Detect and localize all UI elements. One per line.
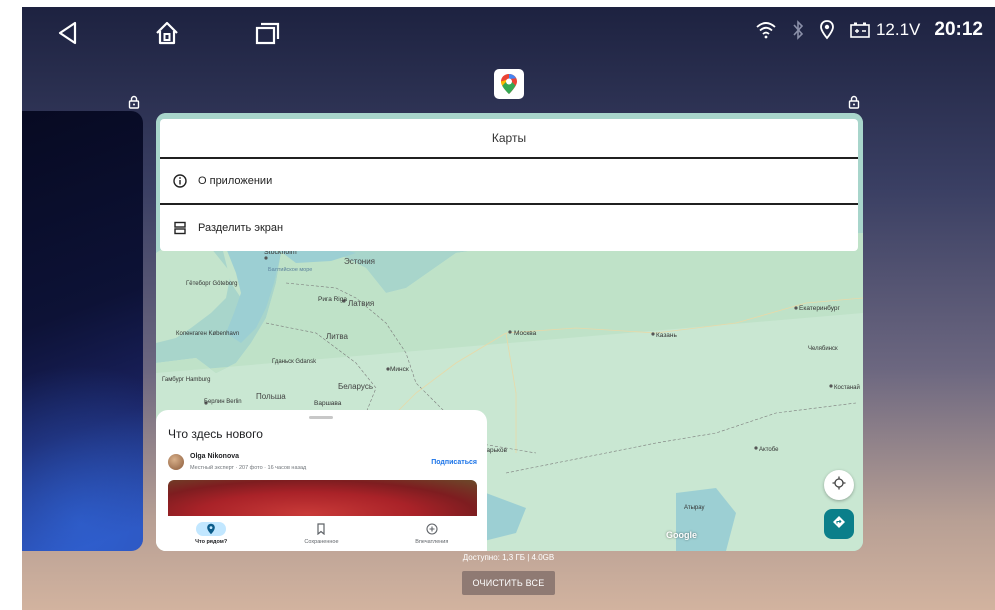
menu-title: Карты bbox=[160, 119, 858, 159]
map-label: Балтийское море bbox=[268, 266, 312, 273]
wifi-icon bbox=[755, 21, 777, 39]
map-label: Польша bbox=[256, 392, 286, 401]
map-label: Варшава bbox=[314, 400, 342, 407]
battery-voltage: 12.1V bbox=[849, 20, 920, 40]
sheet-title: Что здесь нового bbox=[168, 427, 263, 441]
status-bar: 12.1V 20:12 bbox=[22, 7, 995, 57]
bluetooth-icon bbox=[791, 20, 805, 40]
follow-button[interactable]: Подписаться bbox=[431, 459, 477, 466]
tab-label: Что рядом? bbox=[195, 539, 228, 545]
map-label: Костанай bbox=[834, 384, 860, 391]
lock-icon[interactable] bbox=[848, 95, 860, 114]
tab-label: Сохраненное bbox=[304, 539, 339, 545]
back-icon[interactable] bbox=[52, 17, 84, 49]
tab-contribute[interactable]: Впечатления bbox=[377, 516, 487, 551]
map-label: Москва bbox=[514, 330, 537, 337]
author-meta: Местный эксперт · 207 фото · 16 часов на… bbox=[190, 465, 307, 471]
recent-app-card-previous[interactable] bbox=[22, 111, 143, 551]
add-circle-icon bbox=[417, 522, 447, 536]
map-label: Копенгаген København bbox=[176, 331, 239, 337]
map-label: Литва bbox=[326, 332, 349, 341]
directions-button[interactable] bbox=[824, 509, 854, 539]
map-label: Актобе bbox=[759, 447, 779, 453]
map-label: Рига Riga bbox=[318, 296, 347, 303]
map-label: Атырау bbox=[684, 505, 705, 511]
google-maps-icon[interactable] bbox=[494, 69, 524, 99]
author-name[interactable]: Olga Nikonova bbox=[190, 453, 239, 460]
home-icon[interactable] bbox=[151, 17, 183, 49]
map-label: Берлин Berlin bbox=[204, 399, 242, 405]
explore-bottom-sheet[interactable]: Что здесь нового Olga Nikonova Местный э… bbox=[156, 410, 487, 551]
map-label: Эстония bbox=[344, 257, 375, 266]
status-icons: 12.1V 20:12 bbox=[755, 19, 983, 41]
bottom-tab-bar: Что рядом? Сохраненное Впечатления bbox=[156, 516, 487, 551]
map-label: Челябинск bbox=[808, 346, 838, 352]
clear-all-button[interactable]: ОЧИСТИТЬ ВСЕ bbox=[462, 571, 555, 595]
info-icon bbox=[172, 173, 188, 189]
menu-item-label: Разделить экран bbox=[198, 222, 284, 234]
memory-info: Доступно: 1,3 ГБ | 4.0GB bbox=[462, 553, 555, 562]
app-context-menu: Карты О приложении Разделить экран bbox=[160, 119, 858, 251]
menu-item-split-screen[interactable]: Разделить экран bbox=[160, 205, 858, 251]
place-icon bbox=[196, 522, 227, 536]
recent-app-card-maps[interactable]: Stockholm Балтийское море Эстония Гётебо… bbox=[156, 113, 863, 551]
menu-item-app-info[interactable]: О приложении bbox=[160, 159, 858, 205]
bookmark-icon bbox=[306, 522, 336, 536]
map-label: Екатеринбург bbox=[799, 304, 841, 312]
tab-saved[interactable]: Сохраненное bbox=[266, 516, 376, 551]
my-location-icon bbox=[832, 476, 846, 495]
map-label: Гданьск Gdansk bbox=[272, 359, 317, 365]
clock: 20:12 bbox=[934, 19, 983, 40]
my-location-button[interactable] bbox=[824, 470, 854, 500]
map-label: Гамбург Hamburg bbox=[162, 377, 210, 383]
tab-explore[interactable]: Что рядом? bbox=[156, 516, 266, 551]
location-icon bbox=[819, 20, 835, 40]
map-label: Казань bbox=[656, 332, 678, 339]
split-screen-icon bbox=[172, 220, 188, 236]
recents-icon[interactable] bbox=[251, 17, 283, 49]
directions-icon bbox=[832, 515, 846, 534]
map-label: Гётеборг Göteborg bbox=[186, 281, 238, 287]
voltage-text: 12.1V bbox=[875, 20, 921, 39]
head-unit-screen: 12.1V 20:12 Stockholm Балтийское море Эс… bbox=[22, 7, 995, 610]
tab-label: Впечатления bbox=[415, 539, 449, 545]
map-label: Латвия bbox=[348, 299, 374, 308]
map-label: Беларусь bbox=[338, 382, 373, 391]
google-logo: Google bbox=[666, 530, 697, 540]
map-label: Минск bbox=[390, 366, 409, 373]
battery-icon bbox=[849, 21, 871, 39]
menu-item-label: О приложении bbox=[198, 175, 273, 187]
sheet-drag-handle[interactable] bbox=[309, 416, 333, 419]
avatar[interactable] bbox=[168, 454, 184, 470]
